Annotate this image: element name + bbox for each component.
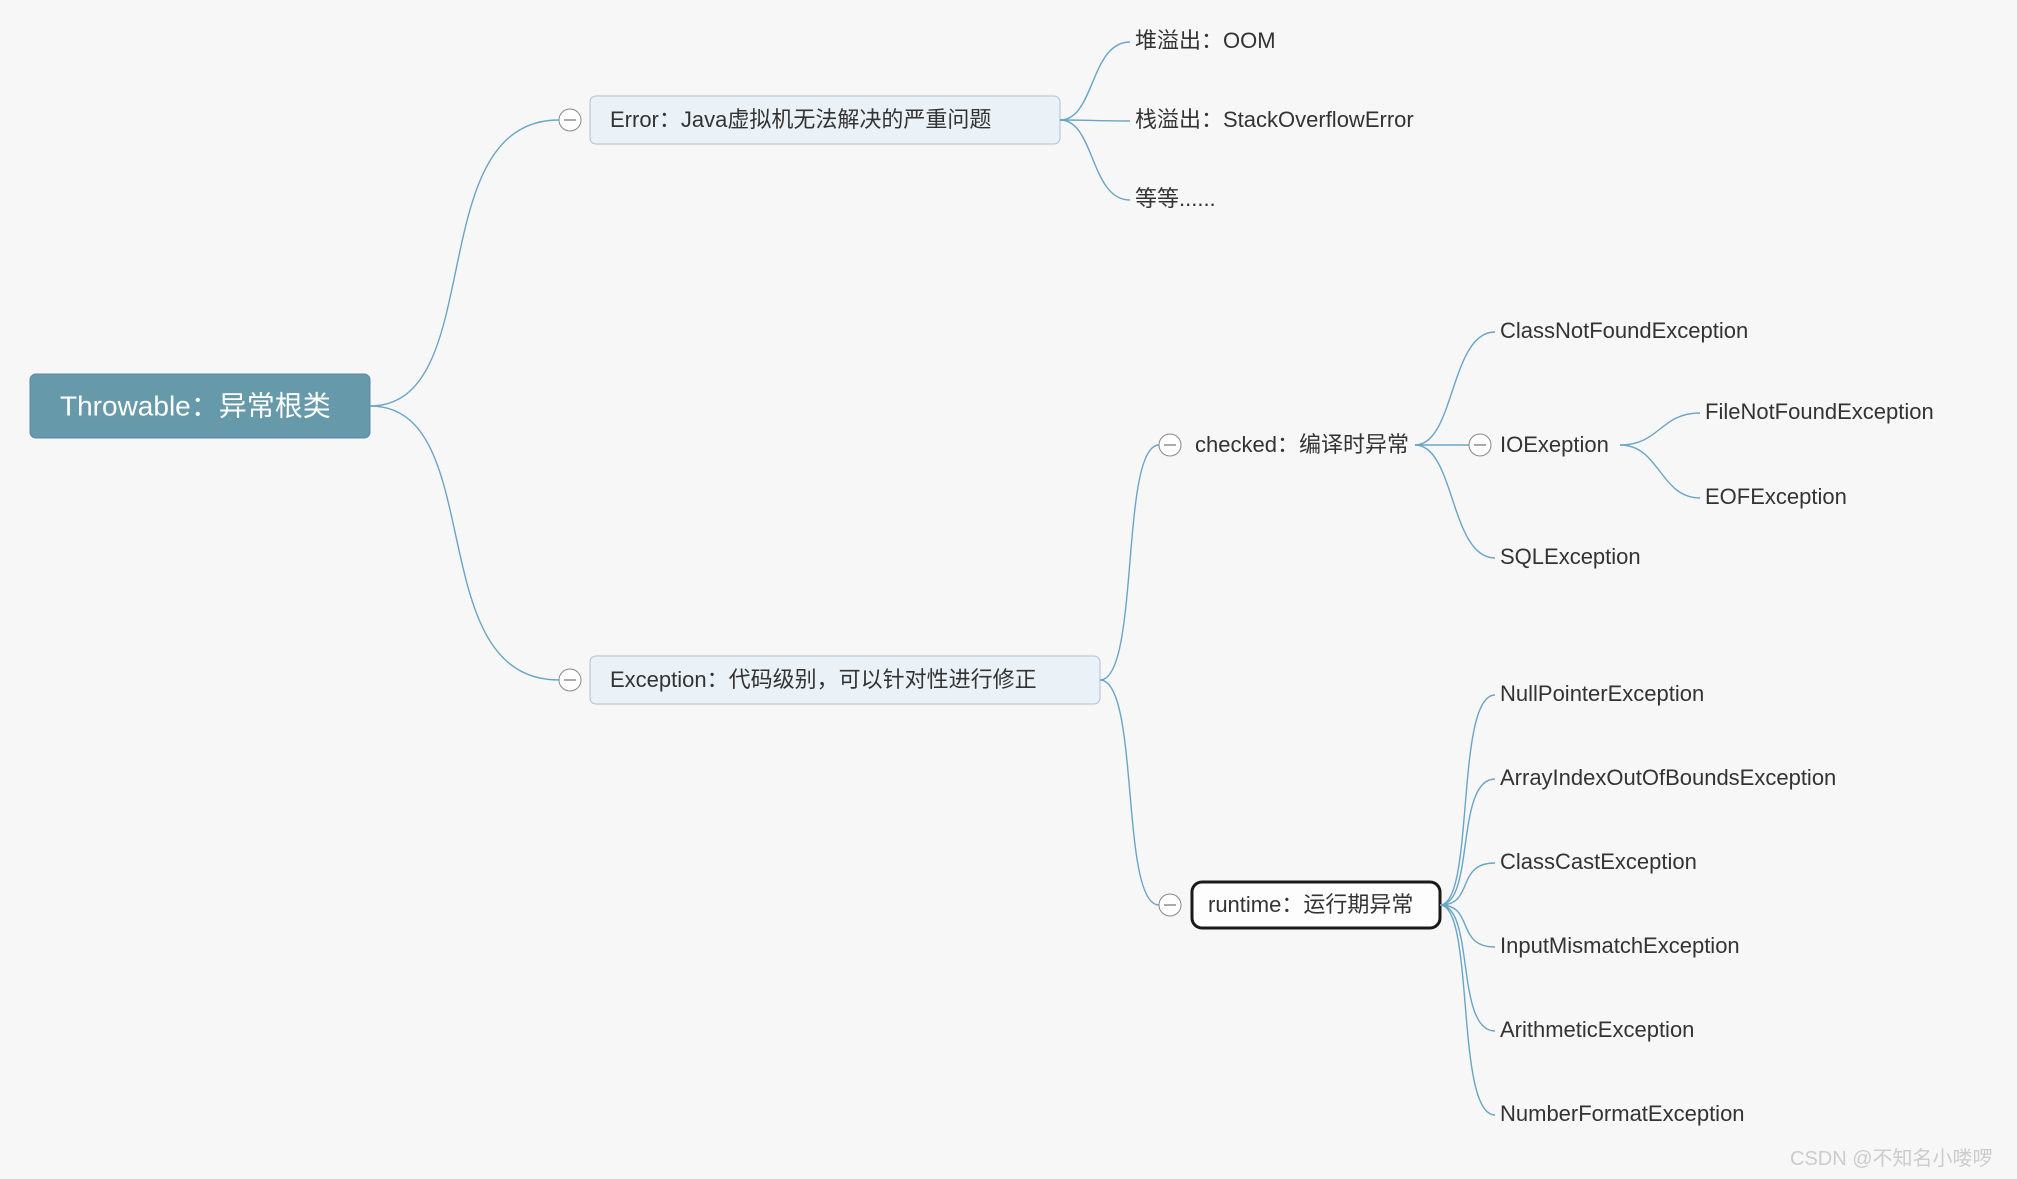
node-ioexception[interactable]: IOExeption [1469,432,1609,457]
node-runtime[interactable]: runtime：运行期异常 [1159,882,1440,928]
mindmap-diagram: Throwable：异常根类 Error：Java虚拟机无法解决的严重问题 堆溢… [0,0,2017,1179]
node-checked[interactable]: checked：编译时异常 [1159,432,1409,457]
checked-child-1: IOExeption [1500,432,1609,457]
io-child-1: EOFException [1705,484,1847,509]
checked-label: checked：编译时异常 [1195,432,1409,457]
error-label: Error：Java虚拟机无法解决的严重问题 [610,107,991,132]
runtime-child-3: InputMismatchException [1500,933,1740,958]
error-child-0: 堆溢出：OOM [1135,28,1276,53]
runtime-child-4: ArithmeticException [1500,1017,1694,1042]
io-child-0: FileNotFoundException [1705,399,1934,424]
runtime-child-1: ArrayIndexOutOfBoundsException [1500,765,1836,790]
runtime-child-5: NumberFormatException [1500,1101,1745,1126]
runtime-child-0: NullPointerException [1500,681,1704,706]
node-error[interactable]: Error：Java虚拟机无法解决的严重问题 [559,96,1060,144]
node-exception[interactable]: Exception：代码级别，可以针对性进行修正 [559,656,1100,704]
exception-label: Exception：代码级别，可以针对性进行修正 [610,667,1037,692]
watermark-text: CSDN @不知名小喽啰 [1790,1147,1993,1170]
root-label: Throwable：异常根类 [60,390,331,421]
error-child-2: 等等...... [1135,186,1216,211]
checked-child-2: SQLException [1500,544,1641,569]
runtime-label: runtime：运行期异常 [1208,892,1413,917]
runtime-child-2: ClassCastException [1500,849,1697,874]
error-child-1: 栈溢出：StackOverflowError [1135,107,1414,132]
checked-child-0: ClassNotFoundException [1500,318,1748,343]
node-root[interactable]: Throwable：异常根类 [30,374,370,438]
